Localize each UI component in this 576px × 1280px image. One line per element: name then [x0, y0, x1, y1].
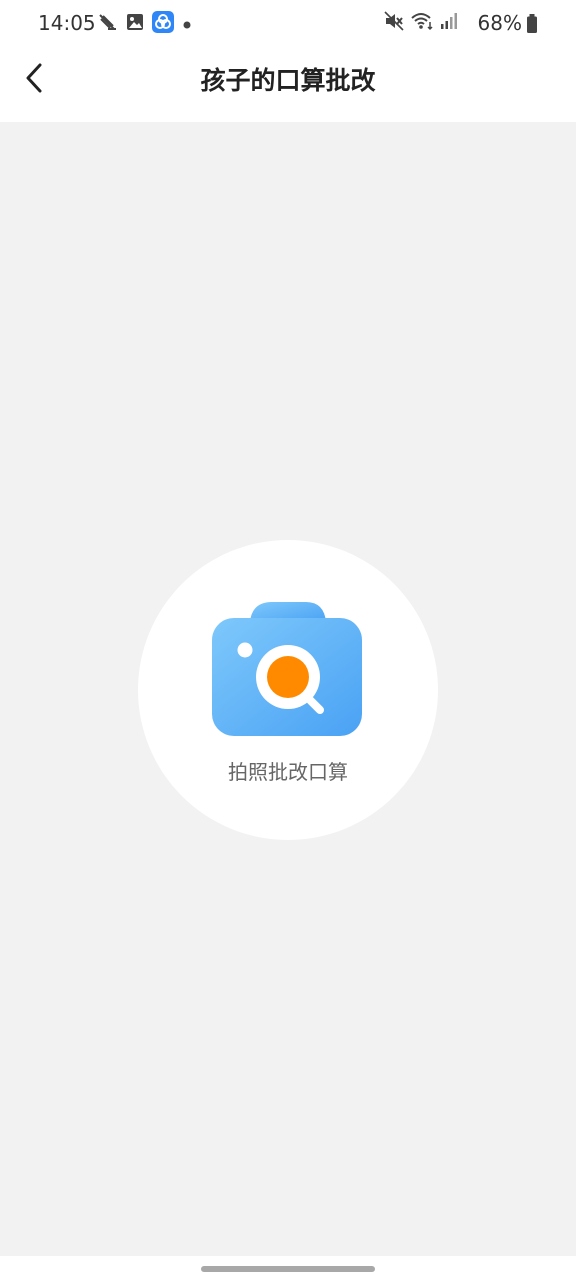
camera-search-icon	[212, 600, 362, 740]
status-time: 14:05	[38, 11, 96, 35]
photo-correction-label: 拍照批改口算	[228, 760, 348, 784]
nav-bar: 孩子的口算批改	[0, 46, 576, 122]
signal-icon	[440, 12, 458, 34]
battery-percentage: 68%	[477, 11, 522, 35]
status-right-icons	[384, 11, 458, 35]
app-badge-icon	[152, 11, 174, 37]
home-indicator[interactable]	[201, 1266, 375, 1272]
wifi-icon	[410, 11, 434, 35]
page-title: 孩子的口算批改	[200, 66, 376, 95]
screen: 14:05 68% 孩子的口算批改 拍照批改口算	[0, 0, 576, 1280]
notification-app-icon	[98, 13, 118, 35]
status-left-icons	[98, 11, 192, 37]
gallery-icon	[126, 13, 144, 35]
gesture-bar	[0, 1256, 576, 1280]
photo-correction-button[interactable]: 拍照批改口算	[138, 540, 438, 840]
status-bar: 14:05 68%	[0, 0, 576, 46]
dot-icon	[182, 15, 192, 34]
battery-icon	[526, 14, 538, 38]
mute-icon	[384, 11, 404, 35]
